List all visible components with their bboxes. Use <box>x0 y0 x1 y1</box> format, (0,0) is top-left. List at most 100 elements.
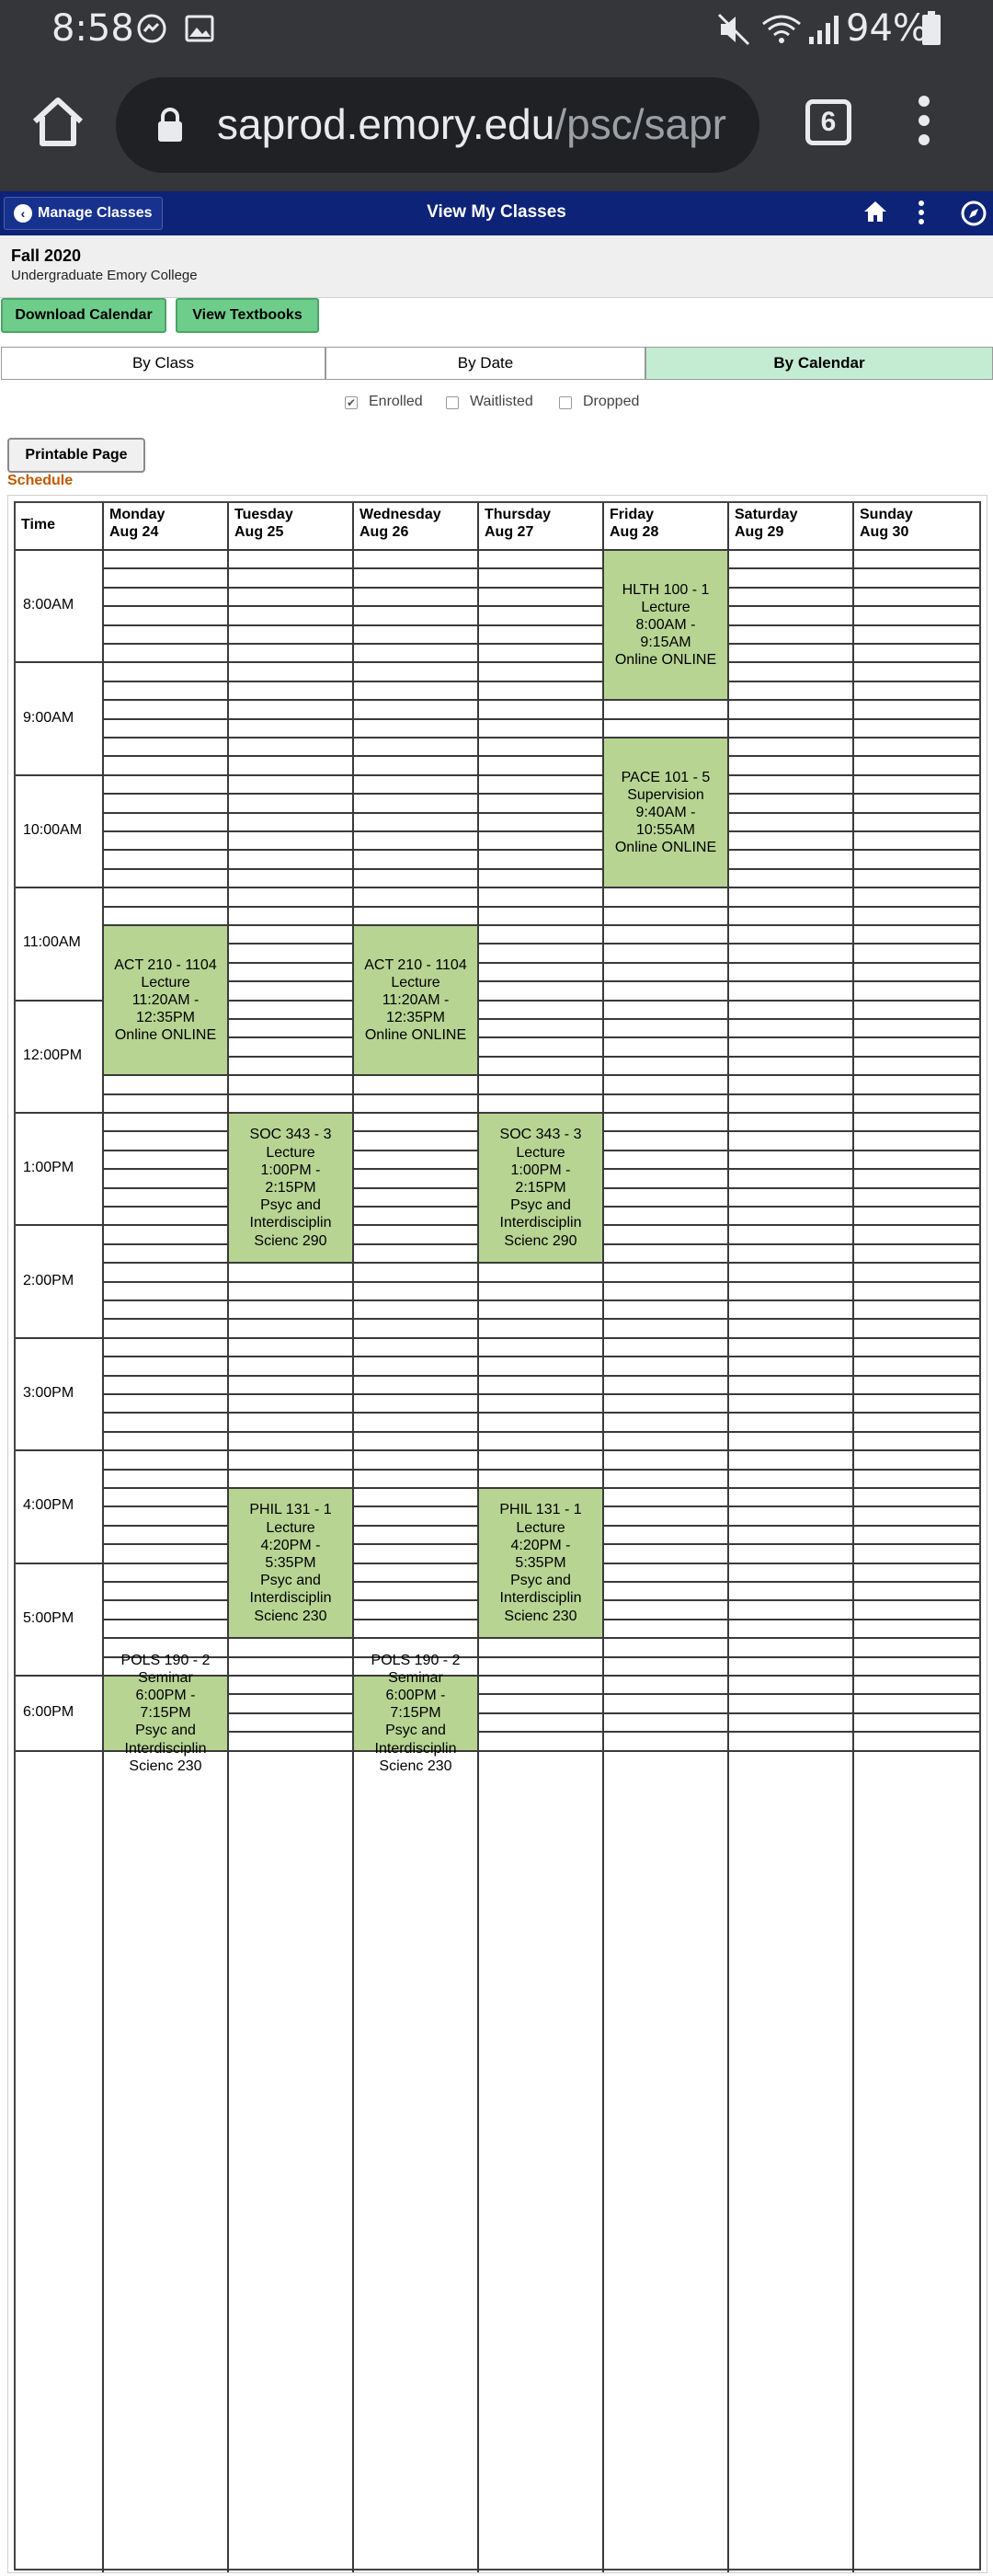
day-date: Aug 29 <box>735 524 784 540</box>
page-title: View My Classes <box>427 202 566 222</box>
day-header: Saturday Aug 29 <box>735 506 797 541</box>
slot-grid-line <box>102 643 979 645</box>
time-label: 8:00AM <box>23 597 74 613</box>
slot-grid-line <box>102 1393 979 1395</box>
time-label: 4:00PM <box>23 1497 74 1514</box>
class-event-block[interactable]: HLTH 100 - 1 Lecture 8:00AM - 9:15AM Online … <box>604 551 727 700</box>
class-event-block[interactable]: PACE 101 - 5 Supervision 9:40AM - 10:55AM On… <box>604 738 727 887</box>
tab-switcher-button[interactable]: 6 <box>805 99 851 145</box>
day-date: Aug 24 <box>109 524 159 540</box>
time-label: 1:00PM <box>23 1160 74 1176</box>
slot-grid-line <box>102 961 979 964</box>
time-column-header: Time <box>21 517 56 532</box>
tab-by-class[interactable]: By Class <box>1 347 325 380</box>
event-line: Psyc and <box>135 1723 196 1739</box>
event-line: 10:55AM <box>635 822 696 839</box>
day-name: Thursday <box>485 507 552 522</box>
day-header: Monday Aug 24 <box>109 506 165 541</box>
dropped-label: Dropped <box>583 394 640 409</box>
event-line: 2:15PM <box>515 1179 566 1196</box>
slot-grid-line <box>102 793 979 796</box>
app-header: ‹ Manage Classes View My Classes <box>0 191 993 235</box>
class-event-text: SOC 343 - 3 Lecture 1:00PM -2:15PM Psyc and… <box>229 1126 352 1249</box>
day-header: Wednesday Aug 26 <box>360 506 441 541</box>
class-event-block[interactable]: PHIL 131 - 1 Lecture 4:20PM -5:35PM Psyc an… <box>229 1489 352 1638</box>
waitlisted-label: Waitlisted <box>470 394 533 409</box>
slot-grid-line <box>102 867 979 870</box>
tab-by-date[interactable]: By Date <box>325 347 645 380</box>
class-event-text: SOC 343 - 3 Lecture 1:00PM -2:15PM Psyc and… <box>479 1126 602 1249</box>
grid-line <box>16 549 979 551</box>
event-line: Psyc and <box>510 1197 571 1214</box>
event-line: 5:35PM <box>265 1554 316 1571</box>
slot-grid-line <box>102 1430 979 1433</box>
actions-menu-icon[interactable] <box>916 199 927 231</box>
slot-grid-line <box>102 1280 979 1283</box>
class-event-block[interactable]: ACT 210 - 1104 Lecture 11:20AM - 12:35PM Onl… <box>104 926 227 1075</box>
hour-grid-line <box>16 773 979 776</box>
day-date: Aug 26 <box>360 524 409 540</box>
event-line: Lecture <box>516 1144 565 1161</box>
event-line: Lecture <box>516 1519 565 1536</box>
hour-grid-line <box>16 661 979 664</box>
event-line: Scienc 230 <box>129 1757 202 1774</box>
class-event-block[interactable]: SOC 343 - 3 Lecture 1:00PM -2:15PM Psyc and… <box>479 1114 602 1263</box>
day-name: Saturday <box>735 507 798 522</box>
slot-grid-line <box>102 737 979 738</box>
event-line: Online ONLINE <box>614 840 717 856</box>
slot-grid-line <box>102 717 979 720</box>
slot-grid-line <box>102 1093 979 1095</box>
address-bar[interactable]: saprod.emory.edu/psc/sapr <box>116 77 759 173</box>
browser-menu-icon[interactable] <box>910 96 938 151</box>
status-time: 8:58 <box>51 7 134 50</box>
event-line: Interdisciplin <box>374 1740 457 1757</box>
day-name: Friday <box>610 507 655 522</box>
event-line: Psyc and <box>385 1723 446 1739</box>
event-line: Scienc 230 <box>504 1608 577 1624</box>
class-event-block[interactable]: ACT 210 - 1104 Lecture 11:20AM - 12:35PM Onl… <box>354 926 477 1075</box>
event-line: 11:20AM - <box>131 991 200 1008</box>
url-text: saprod.emory.edu/psc/sapr <box>217 99 726 149</box>
slot-grid-line <box>102 1299 979 1301</box>
image-icon <box>184 13 215 49</box>
home-icon[interactable] <box>862 199 888 229</box>
event-line: ACT 210 - 1104 <box>114 956 217 973</box>
time-label: 10:00AM <box>23 822 83 838</box>
event-line: ACT 210 - 1104 <box>364 956 467 973</box>
home-icon[interactable] <box>28 92 88 153</box>
slot-grid-line <box>102 605 979 608</box>
event-line: 4:20PM - <box>510 1537 571 1553</box>
class-event-block[interactable]: POLS 190 - 2 Seminar 6:00PM - 7:15PM Psyc an… <box>104 1653 227 1774</box>
slot-grid-line <box>102 680 979 682</box>
slot-grid-line <box>102 699 979 702</box>
enrolled-checkbox[interactable]: ✔ <box>345 396 358 409</box>
term-info: Fall 2020 Undergraduate Emory College <box>0 235 993 298</box>
dropped-checkbox[interactable] <box>559 396 572 409</box>
navbar-compass-icon[interactable] <box>960 200 987 232</box>
event-line: POLS 190 - 2 <box>120 1652 211 1668</box>
event-line: Interdisciplin <box>124 1740 207 1757</box>
slot-grid-line <box>102 943 979 945</box>
day-date: Aug 30 <box>860 524 909 540</box>
download-calendar-button[interactable]: Download Calendar <box>1 298 166 333</box>
class-event-block[interactable]: PHIL 131 - 1 Lecture 4:20PM -5:35PM Psyc an… <box>479 1489 602 1638</box>
printable-page-button[interactable]: Printable Page <box>7 438 145 473</box>
event-line: PACE 101 - 5 <box>621 769 711 785</box>
event-line: Interdisciplin <box>249 1215 332 1231</box>
waitlisted-checkbox[interactable] <box>446 396 459 409</box>
event-line: Lecture <box>641 599 691 615</box>
class-event-text: ACT 210 - 1104 Lecture 11:20AM - 12:35PM Onl… <box>104 956 227 1045</box>
tab-by-calendar[interactable]: By Calendar <box>645 347 993 380</box>
time-label: 12:00PM <box>23 1047 83 1063</box>
event-line: Online ONLINE <box>114 1027 217 1044</box>
weekly-calendar-grid: Time Monday Aug 24 Tuesday Aug 25 Wednesday A… <box>14 501 981 2572</box>
column-grid-line <box>102 503 104 2572</box>
event-line: Lecture <box>391 974 440 990</box>
term-name: Fall 2020 <box>11 246 82 265</box>
term-career: Undergraduate Emory College <box>11 268 198 283</box>
view-textbooks-button[interactable]: View Textbooks <box>176 298 319 333</box>
slot-grid-line <box>102 905 979 908</box>
class-event-block[interactable]: POLS 190 - 2 Seminar 6:00PM - 7:15PM Psyc an… <box>354 1653 477 1774</box>
class-event-block[interactable]: SOC 343 - 3 Lecture 1:00PM -2:15PM Psyc and… <box>229 1114 352 1263</box>
class-event-text: POLS 190 - 2 Seminar 6:00PM - 7:15PM Psyc an… <box>354 1652 477 1775</box>
